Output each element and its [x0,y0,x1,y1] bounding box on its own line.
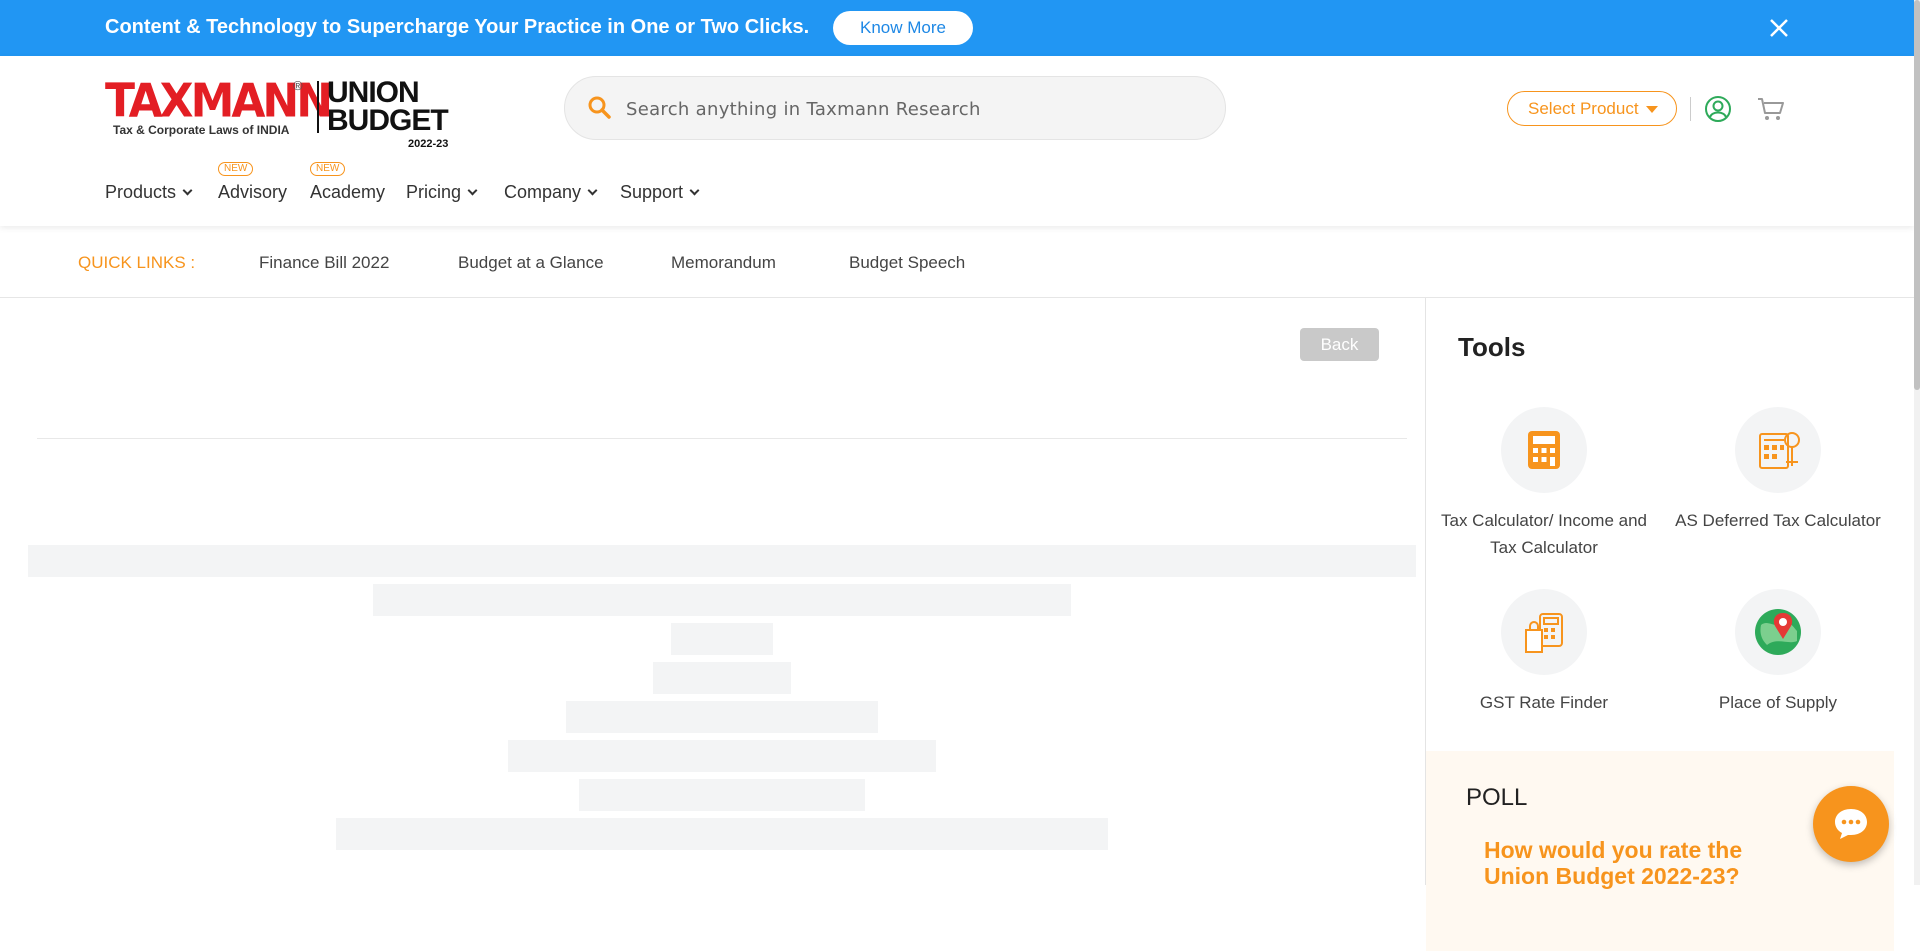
poll-question: How would you rate the Union Budget 2022… [1484,837,1743,889]
nav-support-label: Support [620,182,684,202]
nav-company-label: Company [504,182,582,202]
calculator-icon [1528,431,1560,469]
tool-place-of-supply[interactable]: Place of Supply [1663,589,1893,716]
quick-link-budget-glance[interactable]: Budget at a Glance [458,253,604,273]
nav-academy-label: Academy [310,182,386,202]
deferred-tax-icon [1759,432,1800,469]
quick-links-bar: QUICK LINKS : Finance Bill 2022 Budget a… [0,226,1914,298]
select-product-dropdown[interactable]: Select Product [1507,91,1677,126]
quick-link-memorandum[interactable]: Memorandum [671,253,776,273]
search-icon [588,96,611,119]
logo-divider [317,81,319,133]
content-divider [37,438,1407,439]
chat-button[interactable] [1813,786,1889,862]
main-content: Back [0,298,1425,885]
tool-icon-bg [1735,407,1821,493]
quick-link-budget-speech[interactable]: Budget Speech [849,253,965,273]
quick-link-finance-bill[interactable]: Finance Bill 2022 [259,253,389,273]
skeleton-line [336,818,1108,850]
search-input[interactable]: Search anything in Taxmann Research [564,76,1226,140]
nav-pricing-label: Pricing [406,182,462,202]
chevron-down-icon [182,185,193,196]
tool-deferred-tax-calculator[interactable]: AS Deferred Tax Calculator [1663,407,1893,534]
registered-mark: ® [293,78,303,93]
promo-message: Content & Technology to Supercharge Your… [105,16,810,38]
skeleton-line [671,623,773,655]
map-pin-icon [1755,609,1801,655]
nav-advisory-label: Advisory [218,182,288,202]
skeleton-line [373,584,1071,616]
skeleton-line [653,662,791,694]
tool-tax-calculator[interactable]: Tax Calculator/ Income and Tax Calculato… [1429,407,1659,561]
caret-down-icon [1646,106,1658,113]
nav-advisory[interactable]: NEW Advisory [218,162,288,203]
tool-label: GST Rate Finder [1479,693,1609,712]
tool-label: Tax Calculator/ Income and Tax Calculato… [1441,511,1647,557]
nav-company[interactable]: Company [504,182,598,203]
select-product-label: Select Product [1528,99,1639,118]
chevron-down-icon [689,185,700,196]
back-button[interactable]: Back [1300,328,1379,361]
nav-academy[interactable]: NEW Academy [310,162,386,203]
tool-label: Place of Supply [1718,693,1838,712]
tool-icon-bg [1501,407,1587,493]
quick-links-label: QUICK LINKS : [78,253,196,272]
search-placeholder: Search anything in Taxmann Research [626,99,981,120]
chevron-down-icon [467,185,478,196]
nav-products-label: Products [105,182,177,202]
site-header: TAXMANN ® Tax & Corporate Laws of INDIA … [0,56,1914,226]
brand-tagline: Tax & Corporate Laws of INDIA [113,123,290,137]
scrollbar-thumb[interactable] [1914,0,1920,390]
nav-support[interactable]: Support [620,182,700,203]
tool-icon-bg [1735,589,1821,675]
cart-icon[interactable] [1756,94,1786,124]
chevron-down-icon [587,185,598,196]
tools-title: Tools [1458,332,1526,362]
new-badge: NEW [218,162,254,176]
poll-heading: POLL [1466,784,1528,811]
user-icon[interactable] [1703,94,1733,124]
promo-banner: Content & Technology to Supercharge Your… [0,0,1914,56]
new-badge: NEW [310,162,346,176]
nav-products[interactable]: Products [105,182,193,203]
gst-icon [1525,613,1563,653]
tool-label: AS Deferred Tax Calculator [1675,511,1881,530]
nav-pricing[interactable]: Pricing [406,182,478,203]
chat-icon [1835,809,1867,839]
tool-icon-bg [1501,589,1587,675]
skeleton-line [28,545,1416,577]
taxmann-logo[interactable]: TAXMANN ® Tax & Corporate Laws of INDIA … [105,75,450,151]
skeleton-line [566,701,878,733]
know-more-button[interactable]: Know More [833,11,973,45]
tool-gst-rate-finder[interactable]: GST Rate Finder [1429,589,1659,716]
header-divider [1690,97,1691,121]
close-icon[interactable] [1766,15,1792,41]
budget-year: 2022-23 [408,138,449,150]
budget-text: BUDGET [327,104,449,137]
skeleton-line [579,779,865,811]
skeleton-line [508,740,936,772]
page-scrollbar[interactable] [1914,0,1920,885]
